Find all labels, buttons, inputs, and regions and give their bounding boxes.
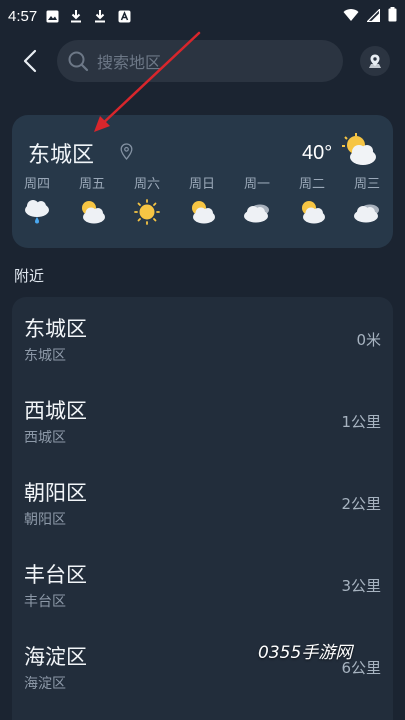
- rain-icon: [25, 200, 49, 224]
- forecast-day-label: 周五: [78, 177, 105, 192]
- forecast-day[interactable]: 周一: [234, 173, 280, 225]
- forecast-day-label: 周一: [243, 177, 270, 192]
- sunny-icon: [134, 199, 160, 225]
- current-weather-card[interactable]: 东城区 40° 周四 周五 周六 周日 周一 周二 周三: [12, 115, 393, 248]
- nearby-item-name: 西城区: [24, 399, 87, 423]
- nearby-item-subtitle: 东城区: [24, 348, 66, 364]
- nearby-item[interactable]: 东城区 东城区 0米: [12, 297, 393, 379]
- partly-cloudy-icon: [302, 201, 325, 224]
- watermark-text: 0355手游网: [258, 643, 353, 663]
- forecast-row: 周四 周五 周六 周日 周一 周二 周三: [12, 173, 393, 237]
- partly-cloudy-icon: [192, 201, 215, 224]
- nearby-item-distance: 2公里: [341, 495, 381, 513]
- forecast-day[interactable]: 周二: [289, 173, 335, 225]
- nearby-item-subtitle: 海淀区: [24, 676, 66, 692]
- nearby-item-name: 丰台区: [24, 563, 87, 587]
- forecast-day-label: 周二: [298, 177, 325, 192]
- nearby-item[interactable]: 西城区 西城区 1公里: [12, 379, 393, 461]
- nearby-item[interactable]: 朝阳区 朝阳区 2公里: [12, 461, 393, 543]
- nearby-heading: 附近: [14, 267, 45, 285]
- status-time: 4:57: [8, 7, 38, 25]
- location-pin-icon: [369, 54, 381, 68]
- location-outline-icon: [120, 143, 133, 164]
- nearby-item-subtitle: 朝阳区: [24, 512, 66, 528]
- forecast-day-label: 周六: [133, 177, 160, 192]
- wifi-icon: [343, 7, 359, 26]
- cloudy-icon: [244, 204, 269, 223]
- battery-icon: [388, 6, 397, 26]
- forecast-day[interactable]: 周四: [14, 173, 60, 225]
- nearby-item-name: 东城区: [24, 317, 87, 341]
- current-temperature: 40°: [302, 142, 333, 164]
- search-placeholder: 搜索地区: [97, 53, 162, 72]
- status-bar: 4:57: [0, 0, 405, 32]
- back-button[interactable]: [16, 46, 44, 76]
- forecast-day[interactable]: 周三: [344, 173, 390, 225]
- nearby-item-subtitle: 丰台区: [24, 594, 66, 610]
- forecast-day[interactable]: 周日: [179, 173, 225, 225]
- current-city: 东城区: [28, 143, 95, 168]
- image-notification-icon: [45, 9, 59, 23]
- signal-icon: [366, 7, 381, 26]
- download-notification-icon: [69, 9, 83, 23]
- forecast-day-label: 周四: [23, 177, 50, 192]
- forecast-day[interactable]: 周五: [69, 173, 115, 225]
- nearby-item-distance: 1公里: [341, 413, 381, 431]
- nearby-item[interactable]: 丰台区 丰台区 3公里: [12, 543, 393, 625]
- nearby-item-name: 朝阳区: [24, 481, 87, 505]
- back-arrow-icon: [23, 49, 37, 73]
- download-notification-icon: [93, 9, 107, 23]
- search-input[interactable]: 搜索地区: [57, 40, 343, 82]
- nearby-item-name: 海淀区: [24, 645, 87, 669]
- partly-cloudy-icon: [82, 201, 105, 224]
- search-icon: [68, 51, 89, 72]
- cloudy-icon: [354, 204, 379, 223]
- header: 搜索地区: [0, 40, 405, 82]
- app-notification-icon: [117, 9, 131, 23]
- location-button[interactable]: [360, 46, 390, 76]
- nearby-item-distance: 0米: [356, 331, 381, 349]
- nearby-item-subtitle: 西城区: [24, 430, 66, 446]
- forecast-day-label: 周日: [188, 177, 215, 192]
- forecast-day-label: 周三: [353, 177, 380, 192]
- nearby-item-distance: 3公里: [341, 577, 381, 595]
- forecast-day[interactable]: 周六: [124, 173, 170, 225]
- partly-cloudy-icon: [342, 133, 378, 171]
